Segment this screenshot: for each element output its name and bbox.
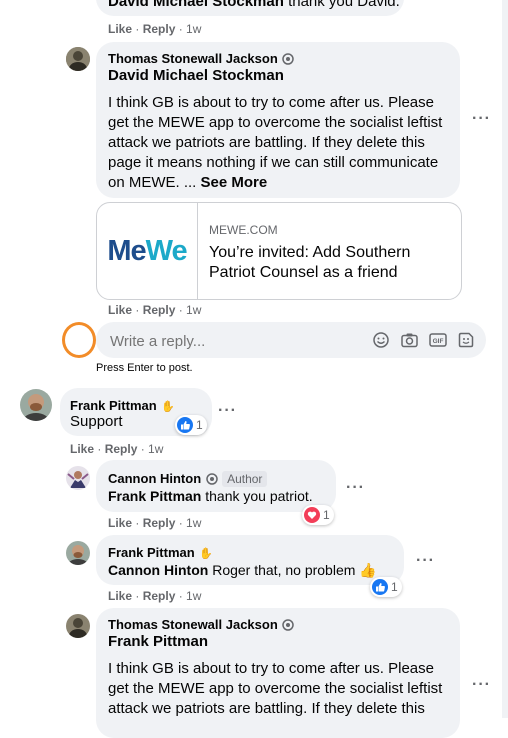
- more-icon[interactable]: ···: [346, 479, 365, 497]
- comment-body: thank you patriot.: [201, 488, 313, 504]
- author-name[interactable]: Cannon Hinton: [108, 471, 201, 486]
- avatar-image: [66, 47, 90, 71]
- comment-text: David Michael Stockman thank you David.: [108, 0, 400, 12]
- wave-icon: ✋: [161, 401, 175, 413]
- like-link[interactable]: Like: [108, 22, 132, 36]
- svg-text:GIF: GIF: [433, 338, 444, 345]
- reply-link[interactable]: Reply: [143, 589, 176, 603]
- mewe-logo: MeWe: [107, 234, 187, 267]
- comment-body: Roger that, no problem: [208, 562, 356, 578]
- reaction-number: 1: [196, 418, 203, 432]
- avatar[interactable]: [66, 541, 90, 565]
- timestamp[interactable]: 1w: [186, 303, 201, 317]
- avatar[interactable]: [66, 466, 90, 490]
- like-reaction-icon: [372, 579, 388, 595]
- author-name[interactable]: Thomas Stonewall Jackson: [108, 617, 278, 632]
- comment-text: Support: [70, 413, 123, 430]
- mention-link[interactable]: David Michael Stockman: [108, 0, 284, 10]
- avatar-image: [66, 614, 90, 638]
- reaction-number: 1: [323, 508, 330, 522]
- camera-icon[interactable]: [401, 332, 418, 348]
- comment-bubble: Thomas Stonewall Jackson Frank Pittman I…: [96, 608, 460, 738]
- comment-bubble: Thomas Stonewall Jackson David Michael S…: [96, 42, 460, 198]
- more-icon[interactable]: ···: [472, 676, 491, 694]
- comment-text: I think GB is about to try to come after…: [108, 93, 450, 193]
- avatar[interactable]: [66, 47, 90, 71]
- verified-icon: [282, 619, 294, 631]
- comment-actions: Like · Reply · 1w: [108, 589, 202, 603]
- thumbs-up-emoji: 👍: [359, 562, 377, 578]
- like-link[interactable]: Like: [70, 442, 94, 456]
- reaction-number: 1: [391, 580, 398, 594]
- comment-actions: Like · Reply · 1w: [108, 22, 202, 36]
- avatar[interactable]: [20, 389, 52, 421]
- avatar-image: [20, 389, 52, 421]
- press-enter-hint: Press Enter to post.: [96, 362, 193, 374]
- reply-input-box[interactable]: GIF: [96, 322, 486, 358]
- mention-link[interactable]: Frank Pittman: [108, 488, 201, 504]
- scroll-edge: [502, 0, 508, 718]
- mention-link[interactable]: Frank Pittman: [108, 632, 208, 652]
- link-preview-card[interactable]: MeWe MEWE.COM You’re invited: Add Southe…: [96, 202, 462, 300]
- like-reaction-icon: [177, 417, 193, 433]
- author-badge: Author: [222, 471, 268, 487]
- timestamp[interactable]: 1w: [186, 589, 201, 603]
- reply-link[interactable]: Reply: [105, 442, 138, 456]
- reply-input[interactable]: [108, 330, 362, 352]
- avatar-image: [66, 541, 90, 565]
- gif-icon[interactable]: GIF: [429, 332, 447, 348]
- comment-bubble-partial: David Michael Stockman thank you David.: [96, 0, 404, 16]
- more-icon[interactable]: ···: [472, 110, 491, 128]
- avatar-image: [66, 466, 90, 490]
- more-icon[interactable]: ···: [218, 402, 237, 420]
- verified-icon: [205, 473, 218, 485]
- reaction-count[interactable]: 1: [370, 577, 402, 597]
- like-link[interactable]: Like: [108, 589, 132, 603]
- link-title: You’re invited: Add Southern Patriot Cou…: [209, 244, 411, 281]
- reply-link[interactable]: Reply: [143, 303, 176, 317]
- wave-icon: ✋: [199, 548, 213, 560]
- comment-text: Cannon Hinton Roger that, no problem 👍: [108, 560, 377, 580]
- like-link[interactable]: Like: [108, 516, 132, 530]
- love-reaction-icon: [304, 507, 320, 523]
- avatar[interactable]: [66, 614, 90, 638]
- link-domain: MEWE.COM: [209, 223, 278, 237]
- reaction-count[interactable]: 1: [175, 415, 207, 435]
- comment-actions: Like · Reply · 1w: [108, 303, 202, 317]
- timestamp[interactable]: 1w: [148, 442, 163, 456]
- timestamp[interactable]: 1w: [186, 22, 201, 36]
- sticker-icon[interactable]: [458, 332, 474, 348]
- comment-text: I think GB is about to try to come after…: [108, 660, 443, 717]
- see-more-link[interactable]: See More: [201, 174, 268, 191]
- comment-text: Frank Pittman thank you patriot.: [108, 486, 313, 506]
- comment-body: I think GB is about to try to come after…: [108, 94, 443, 191]
- comment-actions: Like · Reply · 1w: [108, 516, 202, 530]
- reaction-count[interactable]: 1: [302, 505, 334, 525]
- comment-bubble: Frank Pittman ✋ Cannon Hinton Roger that…: [96, 535, 404, 585]
- reply-link[interactable]: Reply: [143, 516, 176, 530]
- reply-link[interactable]: Reply: [143, 22, 176, 36]
- timestamp[interactable]: 1w: [186, 516, 201, 530]
- emoji-icon[interactable]: [373, 332, 389, 348]
- author-name[interactable]: Frank Pittman: [70, 398, 157, 413]
- more-icon[interactable]: ···: [416, 552, 435, 570]
- current-user-avatar-highlight: [62, 322, 96, 358]
- comment-actions: Like · Reply · 1w: [70, 442, 164, 456]
- mention-link[interactable]: Cannon Hinton: [108, 562, 208, 578]
- link-thumbnail: MeWe: [97, 203, 198, 299]
- verified-icon: [282, 53, 294, 65]
- comment-bubble: Cannon Hinton Author Frank Pittman thank…: [96, 460, 336, 512]
- author-name[interactable]: Thomas Stonewall Jackson: [108, 51, 278, 66]
- like-link[interactable]: Like: [108, 303, 132, 317]
- author-name[interactable]: Frank Pittman: [108, 545, 195, 560]
- comment-body: thank you David.: [283, 0, 400, 10]
- mention-link[interactable]: David Michael Stockman: [108, 66, 284, 86]
